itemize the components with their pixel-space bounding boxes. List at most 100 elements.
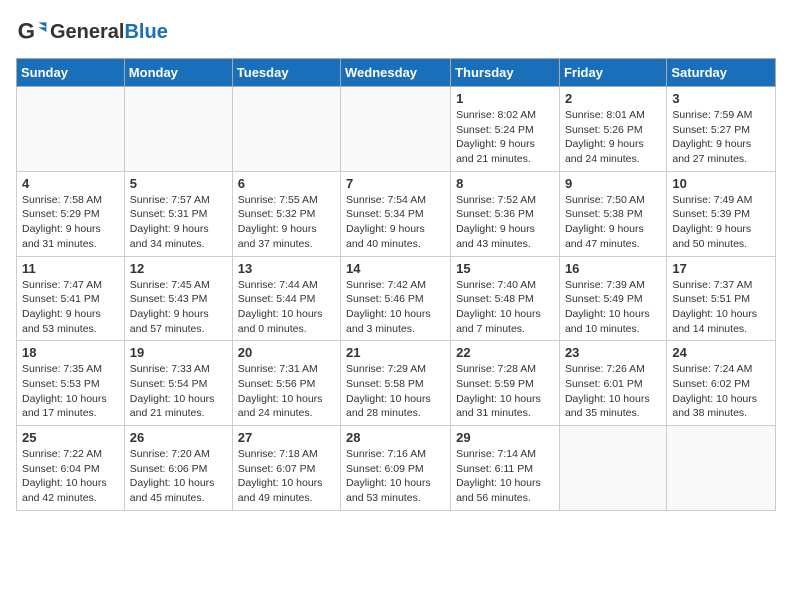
- day-number: 13: [238, 261, 335, 276]
- cell-content: Sunrise: 7:50 AMSunset: 5:38 PMDaylight:…: [565, 193, 661, 252]
- calendar-cell: 22 Sunrise: 7:28 AMSunset: 5:59 PMDayligh…: [451, 341, 560, 426]
- calendar-week-5: 25 Sunrise: 7:22 AMSunset: 6:04 PMDayligh…: [17, 426, 776, 511]
- day-number: 25: [22, 430, 119, 445]
- calendar-cell: 27 Sunrise: 7:18 AMSunset: 6:07 PMDayligh…: [232, 426, 340, 511]
- svg-text:G: G: [18, 18, 35, 43]
- day-number: 22: [456, 345, 554, 360]
- day-number: 5: [130, 176, 227, 191]
- day-number: 16: [565, 261, 661, 276]
- calendar-cell: 17Sunrise: 7:37 AMSunset: 5:51 PMDayligh…: [667, 256, 776, 341]
- cell-content: Sunrise: 7:28 AMSunset: 5:59 PMDaylight:…: [456, 362, 554, 421]
- calendar-week-1: 1 Sunrise: 8:02 AMSunset: 5:24 PMDaylight…: [17, 87, 776, 172]
- calendar-cell: 7 Sunrise: 7:54 AMSunset: 5:34 PMDaylight…: [341, 171, 451, 256]
- calendar-cell: [124, 87, 232, 172]
- cell-content: Sunrise: 7:57 AMSunset: 5:31 PMDaylight:…: [130, 193, 227, 252]
- day-number: 24: [672, 345, 770, 360]
- cell-content: Sunrise: 7:44 AMSunset: 5:44 PMDaylight:…: [238, 278, 335, 337]
- cell-content: Sunrise: 7:40 AMSunset: 5:48 PMDaylight:…: [456, 278, 554, 337]
- calendar-header: SundayMondayTuesdayWednesdayThursdayFrid…: [17, 59, 776, 87]
- day-number: 6: [238, 176, 335, 191]
- calendar-cell: [667, 426, 776, 511]
- calendar-cell: [17, 87, 125, 172]
- calendar-cell: 19Sunrise: 7:33 AMSunset: 5:54 PMDayligh…: [124, 341, 232, 426]
- day-header-sunday: Sunday: [17, 59, 125, 87]
- day-number: 28: [346, 430, 445, 445]
- day-header-friday: Friday: [559, 59, 666, 87]
- cell-content: Sunrise: 8:01 AMSunset: 5:26 PMDaylight:…: [565, 108, 661, 167]
- day-number: 21: [346, 345, 445, 360]
- day-number: 8: [456, 176, 554, 191]
- calendar-cell: 26Sunrise: 7:20 AMSunset: 6:06 PMDayligh…: [124, 426, 232, 511]
- cell-content: Sunrise: 7:49 AMSunset: 5:39 PMDaylight:…: [672, 193, 770, 252]
- cell-content: Sunrise: 7:35 AMSunset: 5:53 PMDaylight:…: [22, 362, 119, 421]
- day-header-monday: Monday: [124, 59, 232, 87]
- calendar-cell: 9 Sunrise: 7:50 AMSunset: 5:38 PMDaylight…: [559, 171, 666, 256]
- day-header-thursday: Thursday: [451, 59, 560, 87]
- cell-content: Sunrise: 7:55 AMSunset: 5:32 PMDaylight:…: [238, 193, 335, 252]
- calendar-cell: 11Sunrise: 7:47 AMSunset: 5:41 PMDayligh…: [17, 256, 125, 341]
- calendar-cell: 10 Sunrise: 7:49 AMSunset: 5:39 PMDayligh…: [667, 171, 776, 256]
- cell-content: Sunrise: 7:20 AMSunset: 6:06 PMDaylight:…: [130, 447, 227, 506]
- day-number: 29: [456, 430, 554, 445]
- calendar-cell: 8 Sunrise: 7:52 AMSunset: 5:36 PMDaylight…: [451, 171, 560, 256]
- day-number: 1: [456, 91, 554, 106]
- calendar-table: SundayMondayTuesdayWednesdayThursdayFrid…: [16, 58, 776, 511]
- calendar-cell: 5 Sunrise: 7:57 AMSunset: 5:31 PMDaylight…: [124, 171, 232, 256]
- calendar-cell: 23Sunrise: 7:26 AMSunset: 6:01 PMDayligh…: [559, 341, 666, 426]
- day-header-tuesday: Tuesday: [232, 59, 340, 87]
- day-number: 19: [130, 345, 227, 360]
- day-number: 10: [672, 176, 770, 191]
- calendar-cell: 3 Sunrise: 7:59 AMSunset: 5:27 PMDaylight…: [667, 87, 776, 172]
- calendar-cell: 6 Sunrise: 7:55 AMSunset: 5:32 PMDaylight…: [232, 171, 340, 256]
- calendar-cell: 12 Sunrise: 7:45 AMSunset: 5:43 PMDayligh…: [124, 256, 232, 341]
- calendar-cell: 15 Sunrise: 7:40 AMSunset: 5:48 PMDayligh…: [451, 256, 560, 341]
- day-number: 9: [565, 176, 661, 191]
- cell-content: Sunrise: 7:22 AMSunset: 6:04 PMDaylight:…: [22, 447, 119, 506]
- logo: G GeneralBlue: [16, 16, 168, 48]
- day-header-saturday: Saturday: [667, 59, 776, 87]
- calendar-body: 1 Sunrise: 8:02 AMSunset: 5:24 PMDaylight…: [17, 87, 776, 511]
- cell-content: Sunrise: 7:14 AMSunset: 6:11 PMDaylight:…: [456, 447, 554, 506]
- day-number: 15: [456, 261, 554, 276]
- day-header-wednesday: Wednesday: [341, 59, 451, 87]
- calendar-week-2: 4Sunrise: 7:58 AMSunset: 5:29 PMDaylight…: [17, 171, 776, 256]
- cell-content: Sunrise: 7:18 AMSunset: 6:07 PMDaylight:…: [238, 447, 335, 506]
- calendar-cell: 1 Sunrise: 8:02 AMSunset: 5:24 PMDaylight…: [451, 87, 560, 172]
- cell-content: Sunrise: 7:42 AMSunset: 5:46 PMDaylight:…: [346, 278, 445, 337]
- cell-content: Sunrise: 7:29 AMSunset: 5:58 PMDaylight:…: [346, 362, 445, 421]
- cell-content: Sunrise: 7:47 AMSunset: 5:41 PMDaylight:…: [22, 278, 119, 337]
- cell-content: Sunrise: 7:59 AMSunset: 5:27 PMDaylight:…: [672, 108, 770, 167]
- day-number: 27: [238, 430, 335, 445]
- cell-content: Sunrise: 7:24 AMSunset: 6:02 PMDaylight:…: [672, 362, 770, 421]
- day-number: 12: [130, 261, 227, 276]
- logo-icon: G: [16, 16, 48, 48]
- day-number: 7: [346, 176, 445, 191]
- day-number: 20: [238, 345, 335, 360]
- calendar-cell: 21 Sunrise: 7:29 AMSunset: 5:58 PMDayligh…: [341, 341, 451, 426]
- calendar-cell: 20 Sunrise: 7:31 AMSunset: 5:56 PMDayligh…: [232, 341, 340, 426]
- calendar-cell: 28 Sunrise: 7:16 AMSunset: 6:09 PMDayligh…: [341, 426, 451, 511]
- cell-content: Sunrise: 7:31 AMSunset: 5:56 PMDaylight:…: [238, 362, 335, 421]
- calendar-cell: 25 Sunrise: 7:22 AMSunset: 6:04 PMDayligh…: [17, 426, 125, 511]
- cell-content: Sunrise: 7:58 AMSunset: 5:29 PMDaylight:…: [22, 193, 119, 252]
- logo-blue: Blue: [124, 21, 167, 43]
- calendar-cell: 13 Sunrise: 7:44 AMSunset: 5:44 PMDayligh…: [232, 256, 340, 341]
- day-number: 3: [672, 91, 770, 106]
- cell-content: Sunrise: 8:02 AMSunset: 5:24 PMDaylight:…: [456, 108, 554, 167]
- cell-content: Sunrise: 7:52 AMSunset: 5:36 PMDaylight:…: [456, 193, 554, 252]
- calendar-cell: 14 Sunrise: 7:42 AMSunset: 5:46 PMDayligh…: [341, 256, 451, 341]
- calendar-cell: 4Sunrise: 7:58 AMSunset: 5:29 PMDaylight…: [17, 171, 125, 256]
- calendar-cell: 29 Sunrise: 7:14 AMSunset: 6:11 PMDayligh…: [451, 426, 560, 511]
- cell-content: Sunrise: 7:16 AMSunset: 6:09 PMDaylight:…: [346, 447, 445, 506]
- calendar-cell: 24 Sunrise: 7:24 AMSunset: 6:02 PMDayligh…: [667, 341, 776, 426]
- calendar-cell: [341, 87, 451, 172]
- cell-content: Sunrise: 7:54 AMSunset: 5:34 PMDaylight:…: [346, 193, 445, 252]
- day-number: 14: [346, 261, 445, 276]
- calendar-cell: [232, 87, 340, 172]
- page-header: G GeneralBlue: [16, 16, 776, 48]
- day-number: 17: [672, 261, 770, 276]
- day-number: 23: [565, 345, 661, 360]
- calendar-week-3: 11Sunrise: 7:47 AMSunset: 5:41 PMDayligh…: [17, 256, 776, 341]
- cell-content: Sunrise: 7:45 AMSunset: 5:43 PMDaylight:…: [130, 278, 227, 337]
- calendar-cell: 18Sunrise: 7:35 AMSunset: 5:53 PMDayligh…: [17, 341, 125, 426]
